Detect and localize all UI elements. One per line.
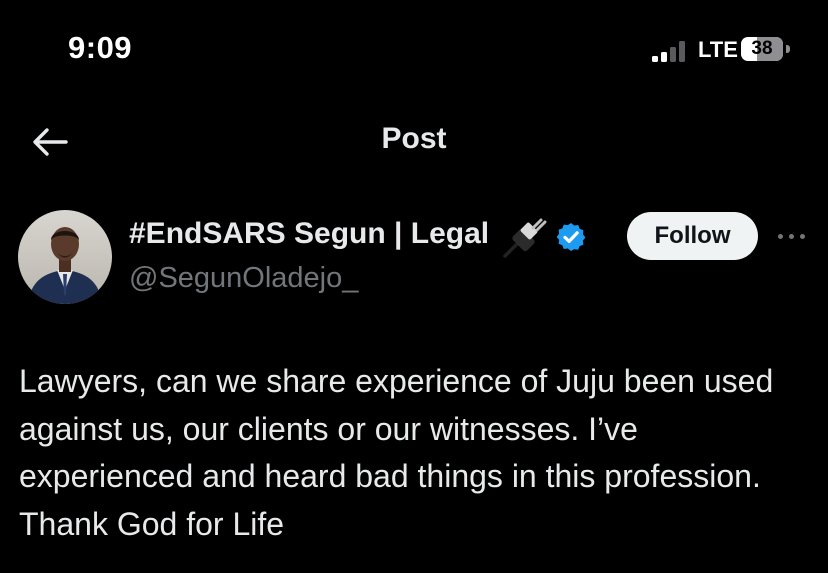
more-dot	[789, 234, 794, 239]
electric-plug-icon	[503, 218, 547, 258]
more-dot	[800, 234, 805, 239]
more-dot	[778, 234, 783, 239]
follow-button[interactable]: Follow	[627, 212, 758, 260]
battery-cap	[786, 45, 790, 53]
network-type: LTE	[698, 37, 738, 62]
status-bar: 9:09 LTE 38	[0, 0, 828, 100]
avatar-photo	[18, 210, 112, 304]
author-handle[interactable]: @SegunOladejo_	[129, 262, 358, 295]
post-container: #EndSARS Segun | Legal @SegunOladejo_ Fo…	[0, 184, 828, 573]
page-title: Post	[381, 122, 447, 155]
signal-bar	[670, 47, 676, 62]
post-header: Post	[0, 100, 828, 184]
post-text: Lawyers, can we share experience of Juju…	[19, 363, 774, 542]
battery-icon: 38	[741, 37, 783, 61]
signal-bar	[652, 56, 658, 62]
battery-percentage: 38	[751, 38, 773, 59]
verified-badge-icon	[556, 223, 586, 251]
more-horizontal-icon[interactable]	[774, 222, 810, 250]
cellular-signal-icon	[652, 40, 692, 62]
author-display-name[interactable]: #EndSARS Segun | Legal	[129, 217, 489, 251]
avatar[interactable]	[18, 210, 112, 304]
signal-bar	[679, 41, 685, 62]
signal-bar	[661, 52, 667, 62]
status-time: 9:09	[68, 30, 133, 65]
